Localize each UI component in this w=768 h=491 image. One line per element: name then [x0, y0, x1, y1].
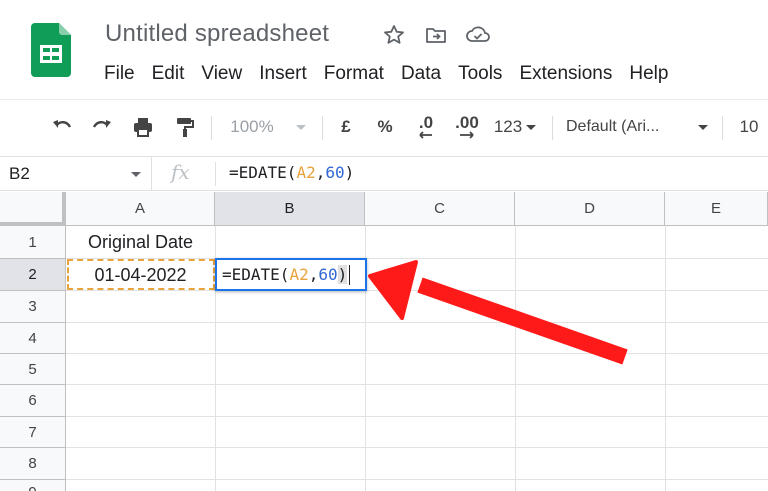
formula-input[interactable]: =EDATE(A2,60): [229, 163, 354, 182]
formula-bar: B2 fx =EDATE(A2,60): [0, 156, 768, 191]
formula-comma: ,: [315, 163, 326, 182]
menu-extensions[interactable]: Extensions: [519, 63, 612, 85]
row-header-5[interactable]: 5: [0, 354, 66, 385]
chevron-down-icon: [698, 124, 708, 130]
decrease-decimal-label: .0: [418, 113, 434, 132]
chevron-down-icon: [526, 124, 537, 130]
arrow-left-icon: [419, 131, 432, 139]
format-percent-button[interactable]: %: [372, 106, 398, 148]
function-icon: fx: [171, 160, 190, 184]
font-family-select[interactable]: Default (Ari...: [566, 106, 708, 148]
column-header-e[interactable]: E: [665, 192, 768, 226]
cloud-saved-icon[interactable]: [464, 21, 492, 49]
copy-selection-marquee: [67, 259, 215, 290]
menu-tools[interactable]: Tools: [458, 63, 502, 85]
menu-edit[interactable]: Edit: [152, 63, 185, 85]
select-all-corner[interactable]: [0, 192, 66, 226]
toolbar-divider: [552, 116, 553, 140]
editor-comma: ,: [308, 265, 319, 284]
editor-number: 60: [318, 265, 338, 284]
row-header-8[interactable]: 8: [0, 448, 66, 480]
row-header-6[interactable]: 6: [0, 385, 66, 417]
active-cell-editor[interactable]: =EDATE(A2, 60): [215, 258, 367, 291]
google-sheets-logo-icon[interactable]: [31, 23, 71, 77]
star-icon[interactable]: [380, 21, 408, 49]
cell-a1[interactable]: Original Date: [66, 226, 215, 259]
column-header-c[interactable]: C: [365, 192, 515, 226]
more-formats-label: 123: [493, 117, 523, 136]
format-currency-button[interactable]: £: [333, 106, 359, 148]
formula-function: =EDATE(: [229, 163, 297, 182]
editor-reference: A2: [289, 265, 309, 284]
row-header-1[interactable]: 1: [0, 226, 66, 259]
formula-close-paren: ): [344, 163, 355, 182]
formula-divider: [215, 162, 216, 186]
toolbar-divider: [211, 116, 212, 140]
editor-function: =EDATE(: [222, 265, 290, 284]
toolbar: 100% £ % .0 .00 123 Default (Ari... 10: [0, 106, 768, 148]
font-size-input[interactable]: 10: [734, 106, 764, 148]
document-title[interactable]: Untitled spreadsheet: [105, 20, 329, 48]
increase-decimal-label: .00: [455, 113, 479, 132]
column-header-a[interactable]: A: [66, 192, 215, 226]
editor-close-paren: ): [337, 265, 348, 284]
column-header-d[interactable]: D: [515, 192, 665, 226]
name-box[interactable]: B2: [0, 157, 152, 191]
increase-decimal-button[interactable]: .00: [450, 106, 484, 148]
print-icon[interactable]: [126, 106, 160, 148]
row-header-7[interactable]: 7: [0, 417, 66, 448]
menu-bar: File Edit View Insert Format Data Tools …: [104, 63, 685, 85]
arrow-right-icon: [460, 131, 474, 139]
formula-number: 60: [325, 163, 345, 182]
menu-help[interactable]: Help: [629, 63, 668, 85]
row-header-9[interactable]: 9: [0, 480, 66, 491]
header-divider: [0, 99, 768, 100]
more-formats-select[interactable]: 123: [490, 106, 540, 148]
toolbar-divider: [322, 116, 323, 140]
zoom-value: 100%: [230, 117, 274, 136]
decrease-decimal-button[interactable]: .0: [410, 106, 442, 148]
font-family-value: Default (Ari...: [566, 118, 660, 135]
text-cursor: [349, 264, 351, 285]
zoom-select[interactable]: 100%: [222, 106, 314, 148]
chevron-down-icon: [131, 172, 141, 177]
row-header-2[interactable]: 2: [0, 259, 66, 291]
column-header-b[interactable]: B: [215, 192, 365, 226]
menu-data[interactable]: Data: [401, 63, 441, 85]
menu-view[interactable]: View: [201, 63, 242, 85]
menu-file[interactable]: File: [104, 63, 135, 85]
chevron-down-icon: [295, 124, 306, 130]
name-box-value: B2: [9, 164, 30, 183]
menu-insert[interactable]: Insert: [259, 63, 307, 85]
redo-icon[interactable]: [86, 106, 118, 148]
paint-format-icon[interactable]: [168, 106, 200, 148]
toolbar-divider: [722, 116, 723, 140]
row-header-3[interactable]: 3: [0, 291, 66, 323]
move-to-folder-icon[interactable]: [422, 21, 450, 49]
undo-icon[interactable]: [46, 106, 78, 148]
formula-reference: A2: [296, 163, 316, 182]
menu-format[interactable]: Format: [324, 63, 384, 85]
row-header-4[interactable]: 4: [0, 323, 66, 354]
